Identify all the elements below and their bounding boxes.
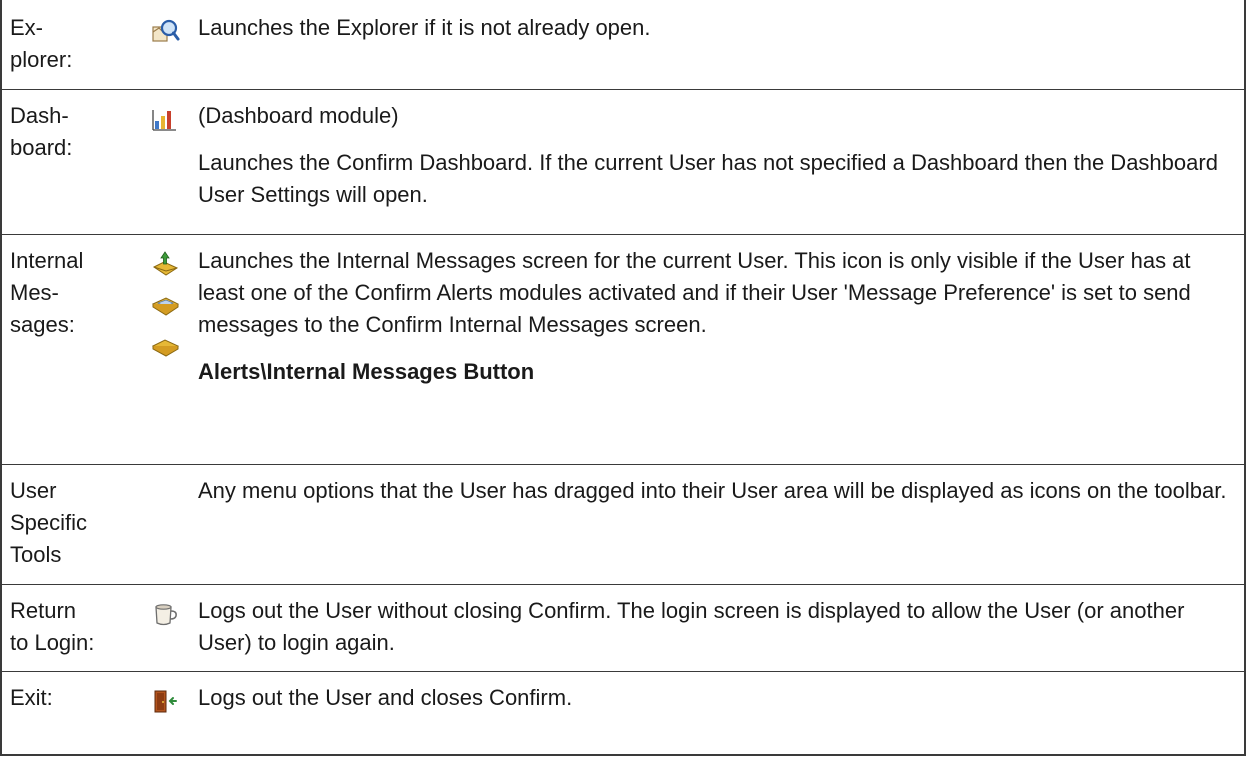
caption: Alerts\Internal Messages Button bbox=[198, 359, 535, 384]
row-label: Dash- board: bbox=[10, 103, 73, 160]
row-description: Launches the Explorer if it is not alrea… bbox=[198, 15, 651, 40]
table-row-internal-messages: Internal Mes- sages: Launches the Intern… bbox=[2, 234, 1244, 465]
row-label: User Specific Tools bbox=[10, 478, 88, 567]
row-label: Exit: bbox=[10, 685, 53, 710]
toolbar-buttons-table: Ex- plorer: Launches the Explorer if it … bbox=[0, 0, 1246, 756]
row-label: Ex- plorer: bbox=[10, 15, 73, 72]
row-description: Launches the Confirm Dashboard. If the c… bbox=[198, 150, 1218, 207]
message-open-icon bbox=[150, 290, 180, 320]
table-row-explorer: Ex- plorer: Launches the Explorer if it … bbox=[2, 2, 1244, 89]
table-row-exit: Exit: Logs out the User and closes Confi… bbox=[2, 671, 1244, 759]
table-row-dashboard: Dash- board: (Dashboard module) Launches… bbox=[2, 89, 1244, 235]
explorer-icon bbox=[150, 16, 180, 46]
table-row-user-specific-tools: User Specific Tools Any menu options tha… bbox=[2, 464, 1244, 585]
row-label: Return to Login: bbox=[10, 598, 95, 655]
row-label: Internal Mes- sages: bbox=[10, 248, 84, 337]
table-row-return-to-login: Return to Login: Logs out the User witho… bbox=[2, 584, 1244, 672]
return-to-login-icon bbox=[150, 599, 180, 629]
row-description: Any menu options that the User has dragg… bbox=[198, 478, 1227, 503]
message-closed-icon bbox=[150, 331, 180, 361]
row-description: Launches the Internal Messages screen fo… bbox=[198, 248, 1191, 337]
row-description: Logs out the User and closes Confirm. bbox=[198, 685, 573, 710]
dashboard-icon bbox=[150, 104, 180, 134]
message-new-icon bbox=[150, 249, 180, 279]
row-description: Logs out the User without closing Confir… bbox=[198, 598, 1185, 655]
exit-door-icon bbox=[150, 686, 180, 716]
row-description: (Dashboard module) bbox=[198, 103, 399, 128]
